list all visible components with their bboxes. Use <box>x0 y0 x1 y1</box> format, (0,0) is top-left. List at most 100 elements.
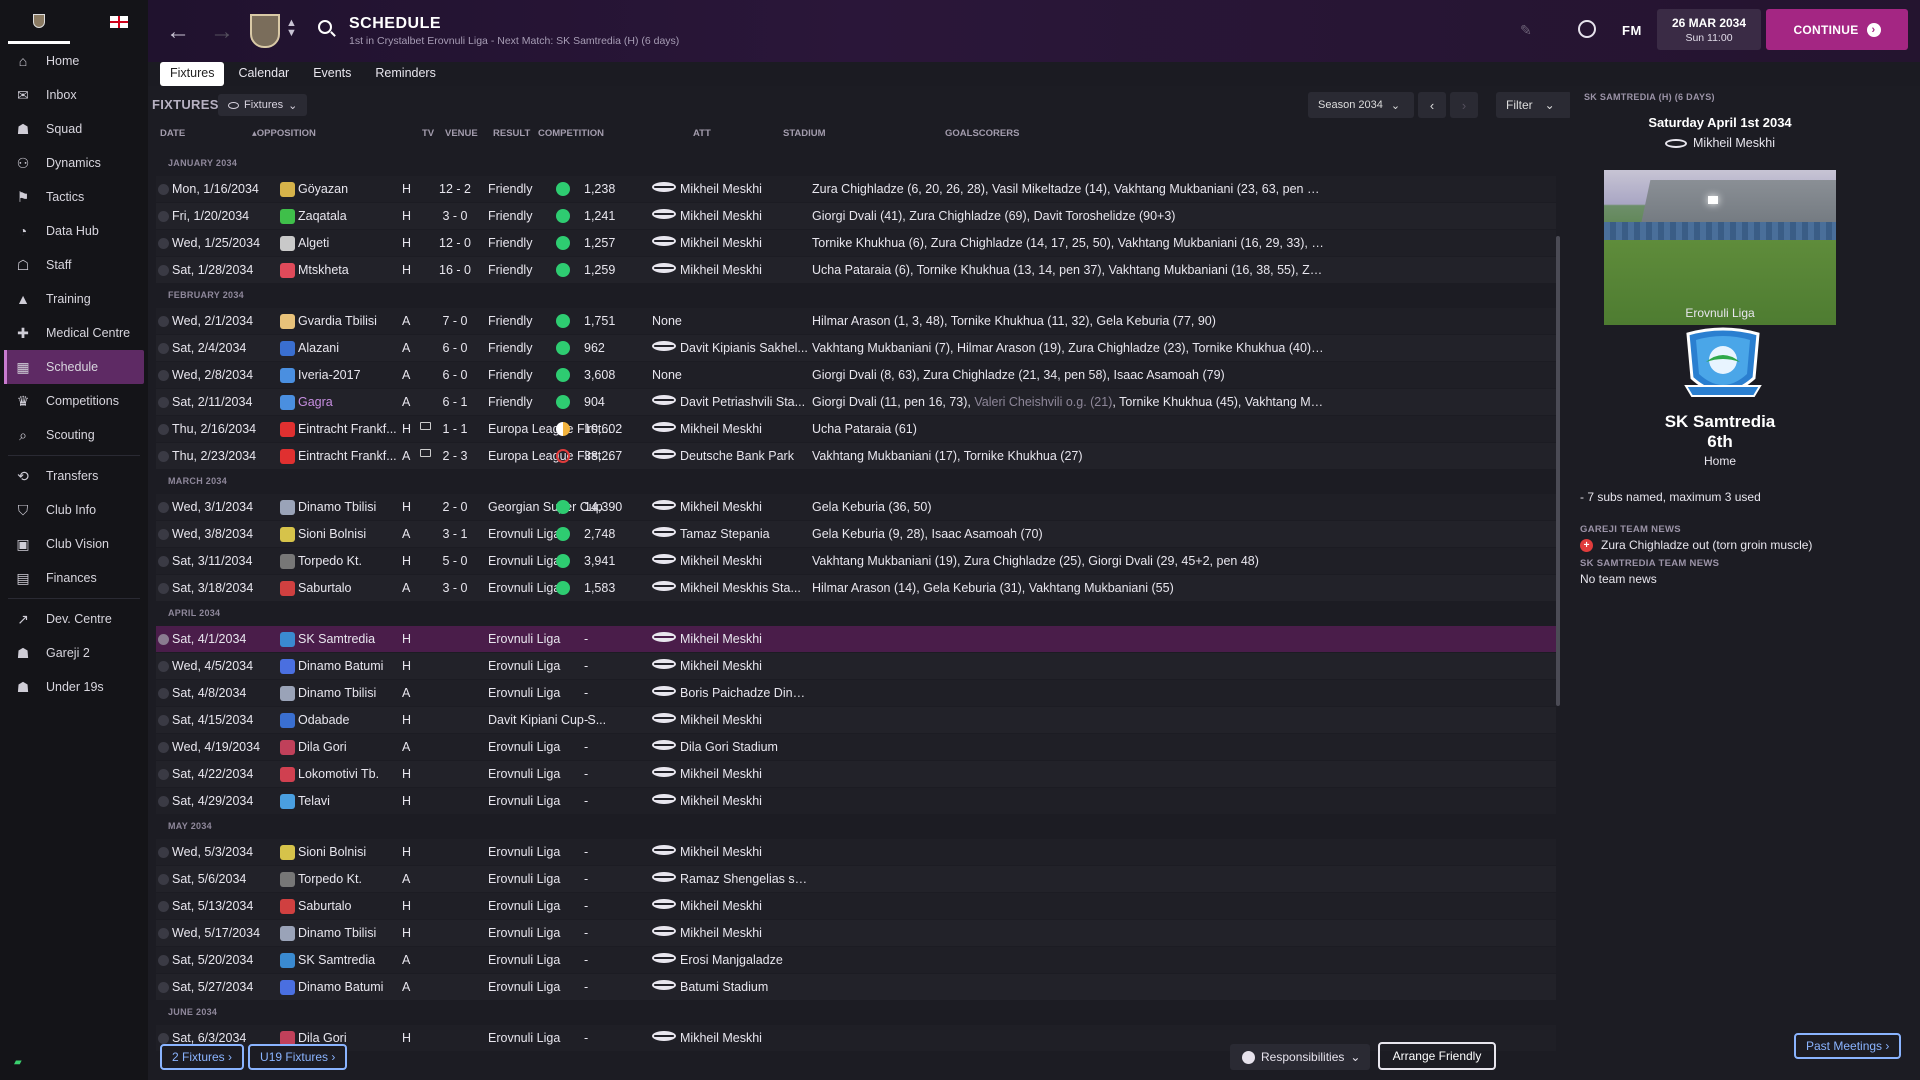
fixture-opposition[interactable]: Iveria-2017 <box>298 368 418 382</box>
col-opposition[interactable]: ▴OPPOSITION <box>252 128 316 139</box>
fixture-result[interactable]: 3 - 0 <box>430 209 480 223</box>
sidebar-item-gareji-2[interactable]: ☗ Gareji 2 <box>0 636 148 670</box>
table-row[interactable]: Sat, 4/1/2034 SK Samtredia H Erovnuli Liga -… <box>156 626 1556 653</box>
opponent-badge-icon[interactable] <box>1680 326 1766 408</box>
table-row[interactable]: Wed, 3/8/2034 Sioni Bolnisi A 3 - 1 Erovnuli… <box>156 521 1556 548</box>
fixture-date[interactable]: Wed, 2/1/2034 <box>172 314 272 328</box>
table-row[interactable]: Sat, 4/8/2034 Dinamo Tbilisi A Erovnuli Lig… <box>156 680 1556 707</box>
fixture-stadium[interactable]: Mikheil Meskhi <box>680 767 808 781</box>
fixture-opposition[interactable]: Mtskheta <box>298 263 418 277</box>
fixture-stadium[interactable]: Mikheil Meskhi <box>680 554 808 568</box>
next-match-stadium[interactable]: Mikheil Meskhi <box>1570 136 1870 150</box>
col-venue[interactable]: VENUE <box>445 128 478 139</box>
fixture-date[interactable]: Wed, 3/1/2034 <box>172 500 272 514</box>
fixture-result[interactable]: 16 - 0 <box>430 263 480 277</box>
fixture-date[interactable]: Sat, 4/29/2034 <box>172 794 272 808</box>
fixture-opposition[interactable]: Sioni Bolnisi <box>298 845 418 859</box>
sidebar-item-squad[interactable]: ☗ Squad <box>0 112 148 146</box>
fixture-date[interactable]: Sat, 4/8/2034 <box>172 686 272 700</box>
fixture-stadium[interactable]: Mikheil Meskhis Sta... <box>680 581 808 595</box>
u19-fixtures-button[interactable]: U19 Fixtures › <box>248 1044 348 1070</box>
fixture-date[interactable]: Mon, 1/16/2034 <box>172 182 272 196</box>
fm-menu-button[interactable]: FM <box>1622 23 1642 38</box>
fixture-stadium[interactable]: Batumi Stadium <box>680 980 808 994</box>
fixture-result[interactable]: 5 - 0 <box>430 554 480 568</box>
prev-season-button[interactable]: ‹ <box>1418 92 1446 118</box>
table-row[interactable]: Sat, 2/11/2034 Gagra A 6 - 1 Friendly 904 Davi… <box>156 389 1556 416</box>
table-row[interactable]: Sat, 1/28/2034 Mtskheta H 16 - 0 Friendly 1,2… <box>156 257 1556 284</box>
sidebar-item-transfers[interactable]: ⟲ Transfers <box>0 459 148 493</box>
fixture-opposition[interactable]: Dinamo Batumi <box>298 980 418 994</box>
fixtures-count-button[interactable]: 2 Fixtures › <box>160 1044 245 1070</box>
fixture-opposition[interactable]: Dila Gori <box>298 740 418 754</box>
season-dropdown[interactable]: Season 2034 ⌄ <box>1308 92 1414 118</box>
globe-icon[interactable] <box>1578 20 1596 38</box>
fixture-stadium[interactable]: Dila Gori Stadium <box>680 740 808 754</box>
fixture-result[interactable]: 6 - 0 <box>430 341 480 355</box>
table-row[interactable]: Thu, 2/23/2034 Eintracht Frankf... A 2 - 3E… <box>156 443 1556 470</box>
fixture-stadium[interactable]: Mikheil Meskhi <box>680 1031 808 1045</box>
fixture-stadium[interactable]: Ramaz Shengelias sa... <box>680 872 808 886</box>
fixture-date[interactable]: Sat, 2/4/2034 <box>172 341 272 355</box>
fixture-stadium[interactable]: Mikheil Meskhi <box>680 794 808 808</box>
sidebar-item-training[interactable]: ▲ Training <box>0 282 148 316</box>
next-match-league[interactable]: Erovnuli Liga <box>1570 306 1870 320</box>
fixture-result[interactable]: 12 - 2 <box>430 182 480 196</box>
fixture-date[interactable]: Sat, 5/6/2034 <box>172 872 272 886</box>
fixture-stadium[interactable]: Mikheil Meskhi <box>680 422 808 436</box>
sidebar-item-tactics[interactable]: ⚑ Tactics <box>0 180 148 214</box>
fixture-stadium[interactable]: Mikheil Meskhi <box>680 845 808 859</box>
sidebar-item-schedule[interactable]: ▦ Schedule <box>4 350 144 384</box>
sidebar-item-medical-centre[interactable]: ✚ Medical Centre <box>0 316 148 350</box>
fixture-stadium[interactable]: Mikheil Meskhi <box>680 899 808 913</box>
fixture-date[interactable]: Sat, 2/11/2034 <box>172 395 272 409</box>
fixture-opposition[interactable]: Torpedo Kt. <box>298 872 418 886</box>
fixture-date[interactable]: Sat, 3/11/2034 <box>172 554 272 568</box>
fixture-result[interactable]: 2 - 0 <box>430 500 480 514</box>
manager-club-tab[interactable] <box>8 0 70 44</box>
col-stadium[interactable]: STADIUM <box>783 128 826 139</box>
sidebar-item-staff[interactable]: ☖ Staff <box>0 248 148 282</box>
fixture-result[interactable]: 3 - 1 <box>430 527 480 541</box>
fixture-date[interactable]: Wed, 5/3/2034 <box>172 845 272 859</box>
col-result[interactable]: RESULT <box>493 128 530 139</box>
table-row[interactable]: Wed, 2/1/2034 Gvardia Tbilisi A 7 - 0 Friend… <box>156 308 1556 335</box>
fixture-date[interactable]: Sat, 4/1/2034 <box>172 632 272 646</box>
table-row[interactable]: Sat, 3/11/2034 Torpedo Kt. H 5 - 0 Erovnuli … <box>156 548 1556 575</box>
fixture-result[interactable]: 7 - 0 <box>430 314 480 328</box>
fixture-opposition[interactable]: Zaqatala <box>298 209 418 223</box>
fixture-date[interactable]: Fri, 1/20/2034 <box>172 209 272 223</box>
game-date[interactable]: 26 MAR 2034 Sun 11:00 <box>1657 9 1761 50</box>
fixture-opposition[interactable]: Torpedo Kt. <box>298 554 418 568</box>
table-row[interactable]: Wed, 4/19/2034 Dila Gori A Erovnuli Liga - Di… <box>156 734 1556 761</box>
fixture-opposition[interactable]: Gagra <box>298 395 418 409</box>
fixtures-view-dropdown[interactable]: Fixtures ⌄ <box>218 94 308 116</box>
fixture-stadium[interactable]: Mikheil Meskhi <box>680 236 808 250</box>
tab-calendar[interactable]: Calendar <box>228 62 299 86</box>
fixture-stadium[interactable]: None <box>652 314 780 328</box>
fixture-date[interactable]: Sat, 5/13/2034 <box>172 899 272 913</box>
table-row[interactable]: Sat, 5/13/2034 Saburtalo H Erovnuli Liga - Mi… <box>156 893 1556 920</box>
fixture-stadium[interactable]: Mikheil Meskhi <box>680 263 808 277</box>
fixture-stadium[interactable]: Deutsche Bank Park <box>680 449 808 463</box>
forward-arrow-icon[interactable]: → <box>210 18 234 46</box>
fixture-date[interactable]: Wed, 2/8/2034 <box>172 368 272 382</box>
fixture-stadium[interactable]: Davit Petriashvili Sta... <box>680 395 808 409</box>
table-row[interactable]: Sat, 4/15/2034 Odabade H Davit Kipiani Cup … <box>156 707 1556 734</box>
sidebar-item-dynamics[interactable]: ⚇ Dynamics <box>0 146 148 180</box>
search-icon[interactable] <box>318 20 332 34</box>
fixture-date[interactable]: Wed, 1/25/2034 <box>172 236 272 250</box>
sidebar-item-scouting[interactable]: ⌕ Scouting <box>0 418 148 452</box>
col-goalscorers[interactable]: GOALSCORERS <box>945 128 1019 139</box>
sidebar-item-under-19s[interactable]: ☗ Under 19s <box>0 670 148 704</box>
sidebar-item-competitions[interactable]: ♛ Competitions <box>0 384 148 418</box>
tab-reminders[interactable]: Reminders <box>365 62 445 86</box>
table-row[interactable]: Sat, 3/18/2034 Saburtalo A 3 - 0 Erovnuli Li… <box>156 575 1556 602</box>
table-row[interactable]: Thu, 2/16/2034 Eintracht Frankf... H 1 - 1E… <box>156 416 1556 443</box>
next-match-team[interactable]: SK Samtredia <box>1570 412 1870 432</box>
fixture-stadium[interactable]: Boris Paichadze Dina... <box>680 686 808 700</box>
col-tv[interactable]: TV <box>422 128 434 139</box>
responsibilities-dropdown[interactable]: Responsibilities ⌄ <box>1230 1044 1370 1070</box>
table-row[interactable]: Sat, 2/4/2034 Alazani A 6 - 0 Friendly 962 Dav… <box>156 335 1556 362</box>
table-row[interactable]: Mon, 1/16/2034 Göyazan H 12 - 2 Friendly 1,23… <box>156 176 1556 203</box>
